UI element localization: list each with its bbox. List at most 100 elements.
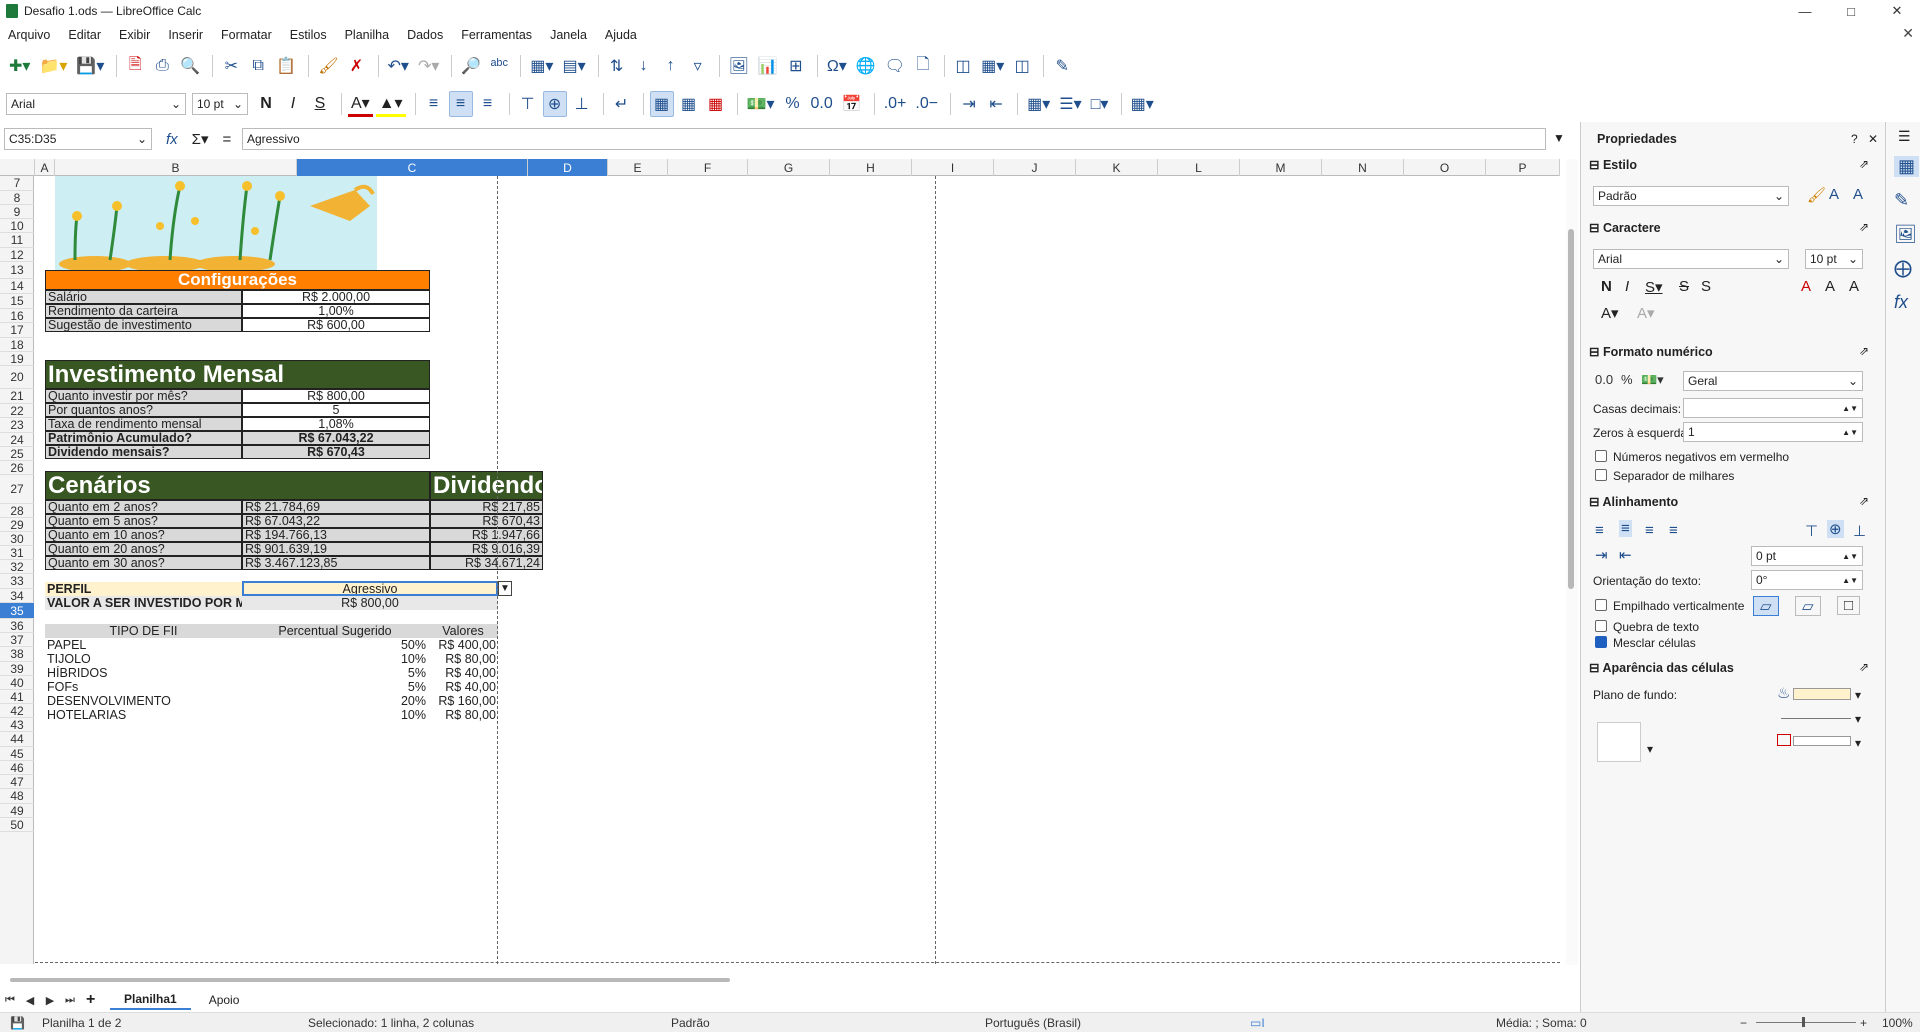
text-extension-top-icon[interactable]: ▱ xyxy=(1795,596,1821,616)
clear-format-icon[interactable]: ✗ xyxy=(345,53,369,79)
sidebar-align-middle-icon[interactable]: ⊕ xyxy=(1827,520,1844,538)
leading-zeros-field[interactable]: 1 ▲▼ xyxy=(1683,422,1863,442)
expand-formula-icon[interactable]: ▼ xyxy=(1553,131,1565,145)
column-header[interactable]: G xyxy=(748,159,830,176)
row-header[interactable]: 40 xyxy=(0,676,34,690)
tab-planilha1[interactable]: Planilha1 xyxy=(110,990,191,1010)
line-style-preview[interactable] xyxy=(1781,718,1851,719)
mensal-label[interactable]: Dividendo mensais? xyxy=(45,445,242,459)
stacked-checkbox[interactable] xyxy=(1595,599,1607,611)
insert-image-icon[interactable]: 🖼 xyxy=(726,53,752,79)
horizontal-scrollbar[interactable] xyxy=(10,978,730,982)
conditional-format-icon[interactable]: ▦▾ xyxy=(1128,91,1157,117)
sidebar-align-center-icon[interactable]: ≡ xyxy=(1619,520,1632,537)
fii-tipo[interactable]: DESENVOLVIMENTO xyxy=(45,694,242,708)
sidebar-bold-icon[interactable]: N xyxy=(1601,278,1612,295)
row-header[interactable]: 14 xyxy=(0,279,34,294)
paste-icon[interactable]: 📋 xyxy=(273,53,299,79)
gallery-deck-icon[interactable]: 🖼 xyxy=(1894,224,1917,245)
column-header[interactable]: K xyxy=(1076,159,1158,176)
row-header[interactable]: 7 xyxy=(0,176,34,191)
row-header[interactable]: 44 xyxy=(0,732,34,747)
zoom-out-icon[interactable]: − xyxy=(1740,1016,1747,1030)
number-format-icon[interactable]: 0.0 xyxy=(808,91,836,117)
align-left-icon[interactable]: ≡ xyxy=(422,91,446,117)
sidebar-align-bottom-icon[interactable]: ⊥ xyxy=(1853,522,1866,540)
valor-value[interactable]: R$ 800,00 xyxy=(242,596,498,610)
section-estilo[interactable]: ⊟ Estilo xyxy=(1589,157,1637,172)
copy-icon[interactable]: ⧉ xyxy=(246,53,270,79)
row-header[interactable]: 24 xyxy=(0,433,34,447)
row-header[interactable]: 20 xyxy=(0,366,34,389)
menu-inserir[interactable]: Inserir xyxy=(159,28,212,42)
row-header[interactable]: 23 xyxy=(0,418,34,433)
highlight-color-icon[interactable]: ▲▾ xyxy=(375,91,406,117)
increase-indent-icon[interactable]: ⇥ xyxy=(957,91,981,117)
align-right-icon[interactable]: ≡ xyxy=(476,91,500,117)
fii-valor[interactable]: R$ 400,00 xyxy=(428,638,498,652)
column-header[interactable]: O xyxy=(1404,159,1486,176)
freeze-rows-icon[interactable]: ▦▾ xyxy=(978,53,1007,79)
mensal-label[interactable]: Patrimônio Acumulado? xyxy=(45,431,242,445)
row-header[interactable]: 49 xyxy=(0,804,34,818)
fill-format-icon[interactable]: 🖌 xyxy=(1807,186,1826,204)
row-header[interactable]: 35 xyxy=(0,603,34,619)
row-header[interactable]: 11 xyxy=(0,233,34,248)
header-footer-icon[interactable]: 🗋 xyxy=(911,53,935,79)
remove-decimal-icon[interactable]: .0− xyxy=(912,91,941,117)
font-size-combo[interactable]: 10 pt ⌄ xyxy=(192,93,248,115)
text-extension-inside-icon[interactable]: □ xyxy=(1837,596,1861,615)
row-header[interactable]: 36 xyxy=(0,619,34,633)
menu-editar[interactable]: Editar xyxy=(59,28,110,42)
background-color-swatch[interactable] xyxy=(1793,688,1851,700)
column-header[interactable]: B xyxy=(55,159,297,176)
cenario-label[interactable]: Quanto em 10 anos? xyxy=(45,528,242,542)
formula-input[interactable]: Agressivo xyxy=(242,128,1546,150)
valor-label[interactable]: VALOR A SER INVESTIDO POR MÊS xyxy=(45,596,242,610)
sidebar-align-right-icon[interactable]: ≡ xyxy=(1645,522,1654,539)
new-icon[interactable]: ✚▾ xyxy=(6,53,33,79)
section-aparencia[interactable]: ⊟ Aparência das células xyxy=(1589,660,1734,675)
save-icon[interactable]: 💾▾ xyxy=(73,53,107,79)
row-header[interactable]: 29 xyxy=(0,518,34,532)
fii-header-pct[interactable]: Percentual Sugerido xyxy=(242,624,428,638)
font-name-combo[interactable]: Arial ⌄ xyxy=(6,93,186,115)
export-pdf-icon[interactable]: 🗎 xyxy=(123,53,147,79)
shadow-icon[interactable]: S xyxy=(1701,278,1711,295)
decimal-places-field[interactable]: ▲▼ xyxy=(1683,398,1863,418)
zoom-level[interactable]: 100% xyxy=(1882,1016,1913,1030)
row-header[interactable]: 32 xyxy=(0,560,34,574)
sidebar-italic-icon[interactable]: I xyxy=(1625,278,1629,295)
number-format-select[interactable]: Geral ⌄ xyxy=(1683,371,1863,391)
fii-header-valores[interactable]: Valores xyxy=(428,624,498,638)
sidebar-align-left-icon[interactable]: ≡ xyxy=(1595,522,1604,539)
navigator-deck-icon[interactable]: ⨁ xyxy=(1894,258,1912,279)
more-options-icon[interactable]: ⇗ xyxy=(1859,157,1869,171)
prev-sheet-icon[interactable]: ◀ xyxy=(20,994,40,1007)
borders-icon[interactable]: ▦▾ xyxy=(1024,91,1053,117)
dividendo-title[interactable]: Dividendo xyxy=(430,471,543,500)
chevron-down-icon[interactable]: ▾ xyxy=(1855,736,1861,750)
column-icon[interactable]: ▤▾ xyxy=(559,53,588,79)
fii-valor[interactable]: R$ 80,00 xyxy=(428,652,498,666)
line-color-swatch[interactable] xyxy=(1793,736,1851,746)
fii-tipo[interactable]: FOFs xyxy=(45,680,242,694)
add-decimal-icon[interactable]: .0+ xyxy=(881,91,910,117)
italic-button[interactable]: I xyxy=(281,91,305,117)
fii-valor[interactable]: R$ 160,00 xyxy=(428,694,498,708)
cell-border-preview[interactable] xyxy=(1597,722,1641,762)
column-header[interactable]: H xyxy=(830,159,912,176)
config-label[interactable]: Sugestão de investimento xyxy=(45,318,242,332)
fii-tipo[interactable]: HÍBRIDOS xyxy=(45,666,242,680)
close-document-icon[interactable]: ✕ xyxy=(1902,25,1914,42)
fii-tipo[interactable]: HOTELARIAS xyxy=(45,708,242,722)
mensal-label[interactable]: Taxa de rendimento mensal xyxy=(45,417,242,431)
font-color-icon[interactable]: A▾ xyxy=(348,91,373,117)
mensal-title[interactable]: Investimento Mensal xyxy=(45,360,430,389)
section-formato-numerico[interactable]: ⊟ Formato numérico xyxy=(1589,344,1713,359)
grow-font-icon[interactable]: A xyxy=(1825,278,1835,295)
cenario-dividendo[interactable]: R$ 1.947,66 xyxy=(430,528,543,542)
row-header[interactable]: 31 xyxy=(0,546,34,560)
menu-ajuda[interactable]: Ajuda xyxy=(596,28,646,42)
decrease-indent-icon[interactable]: ⇤ xyxy=(984,91,1008,117)
